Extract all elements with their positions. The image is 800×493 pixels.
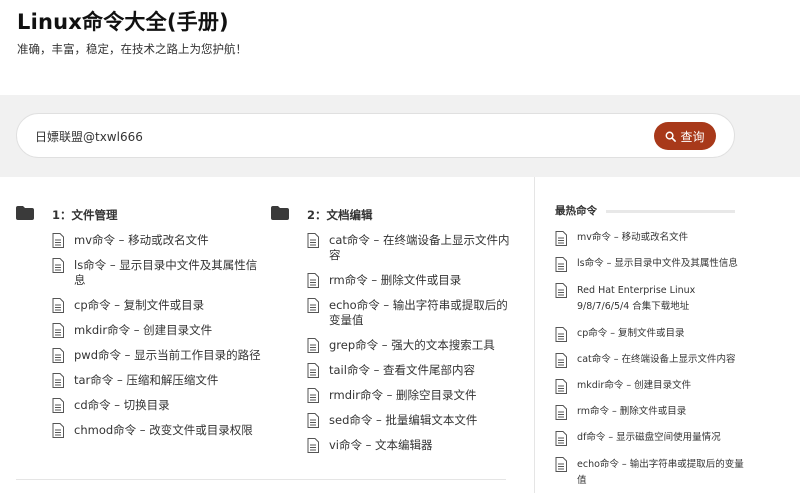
category-title-file-management[interactable]: 1：文件管理	[52, 207, 118, 223]
list-item[interactable]: pwd命令 – 显示当前工作目录的路径	[52, 348, 262, 363]
list-item[interactable]: echo命令 – 输出字符串或提取后的变量值	[555, 457, 745, 489]
list-item[interactable]: mv命令 – 移动或改名文件	[555, 231, 745, 246]
search-icon	[666, 131, 677, 142]
list-item[interactable]: mkdir命令 – 创建目录文件	[555, 379, 745, 394]
list-item[interactable]: chmod命令 – 改变文件或目录权限	[52, 423, 262, 438]
list-item[interactable]: rmdir命令 – 删除空目录文件	[307, 388, 512, 403]
site-header: Linux命令大全(手册) 准确，丰富，稳定，在技术之路上为您护航！	[0, 0, 800, 95]
document-icon	[555, 353, 567, 368]
list-item[interactable]: cd命令 – 切换目录	[52, 398, 262, 413]
document-icon	[52, 258, 64, 273]
document-icon	[52, 298, 64, 313]
search-button[interactable]: 查询	[654, 122, 716, 150]
hot-command-list: mv命令 – 移动或改名文件 ls命令 – 显示目录中文件及其属性信息 Red …	[555, 231, 745, 489]
list-item[interactable]: rm命令 – 删除文件或目录	[307, 273, 512, 288]
document-icon	[555, 457, 567, 472]
list-item[interactable]: df命令 – 显示磁盘空间使用量情况	[555, 431, 745, 446]
list-item[interactable]: vi命令 – 文本编辑器	[307, 438, 512, 453]
document-icon	[555, 257, 567, 272]
list-item[interactable]: cp命令 – 复制文件或目录	[52, 298, 262, 313]
search-input[interactable]	[35, 126, 595, 146]
document-icon	[52, 398, 64, 413]
document-icon	[555, 231, 567, 246]
document-icon	[307, 233, 319, 248]
list-item[interactable]: tar命令 – 压缩和解压缩文件	[52, 373, 262, 388]
content-bottom-divider	[16, 479, 506, 480]
document-icon	[555, 327, 567, 342]
sidebar-title-rule	[606, 210, 735, 213]
list-item[interactable]: Red Hat Enterprise Linux 9/8/7/6/5/4 合集下…	[555, 283, 745, 315]
document-icon	[52, 373, 64, 388]
document-icon	[307, 388, 319, 403]
document-icon	[52, 348, 64, 363]
list-item[interactable]: mkdir命令 – 创建目录文件	[52, 323, 262, 338]
document-icon	[52, 423, 64, 438]
command-list-file-management: mv命令 – 移动或改名文件 ls命令 – 显示目录中文件及其属性信息 cp命令…	[52, 233, 262, 438]
document-icon	[307, 438, 319, 453]
list-item[interactable]: ls命令 – 显示目录中文件及其属性信息	[52, 258, 262, 288]
site-slogan: 准确，丰富，稳定，在技术之路上为您护航！	[17, 42, 247, 56]
search-box: 查询	[16, 113, 735, 158]
list-item[interactable]: cp命令 – 复制文件或目录	[555, 327, 745, 342]
list-item[interactable]: cat命令 – 在终端设备上显示文件内容	[555, 353, 745, 368]
command-list-document-editing: cat命令 – 在终端设备上显示文件内容 rm命令 – 删除文件或目录 echo…	[307, 233, 512, 453]
list-item[interactable]: grep命令 – 强大的文本搜索工具	[307, 338, 512, 353]
site-title[interactable]: Linux命令大全(手册)	[17, 6, 229, 36]
list-item[interactable]: ls命令 – 显示目录中文件及其属性信息	[555, 257, 745, 272]
document-icon	[307, 273, 319, 288]
category-header-document-editing	[271, 206, 289, 220]
list-item[interactable]: tail命令 – 查看文件尾部内容	[307, 363, 512, 378]
document-icon	[307, 338, 319, 353]
search-button-label: 查询	[680, 129, 705, 144]
folder-icon	[16, 206, 34, 220]
document-icon	[307, 413, 319, 428]
list-item[interactable]: rm命令 – 删除文件或目录	[555, 405, 745, 420]
document-icon	[555, 379, 567, 394]
category-header-file-management	[16, 206, 34, 220]
document-icon	[52, 233, 64, 248]
category-title-document-editing[interactable]: 2：文档编辑	[307, 207, 373, 223]
document-icon	[52, 323, 64, 338]
list-item[interactable]: sed命令 – 批量编辑文本文件	[307, 413, 512, 428]
list-item[interactable]: echo命令 – 输出字符串或提取后的变量值	[307, 298, 512, 328]
document-icon	[555, 431, 567, 446]
document-icon	[555, 405, 567, 420]
sidebar-title: 最热命令	[555, 205, 597, 217]
list-item[interactable]: cat命令 – 在终端设备上显示文件内容	[307, 233, 512, 263]
list-item[interactable]: mv命令 – 移动或改名文件	[52, 233, 262, 248]
document-icon	[307, 363, 319, 378]
folder-icon	[271, 206, 289, 220]
sidebar-divider	[534, 177, 535, 493]
document-icon	[307, 298, 319, 313]
document-icon	[555, 283, 567, 298]
